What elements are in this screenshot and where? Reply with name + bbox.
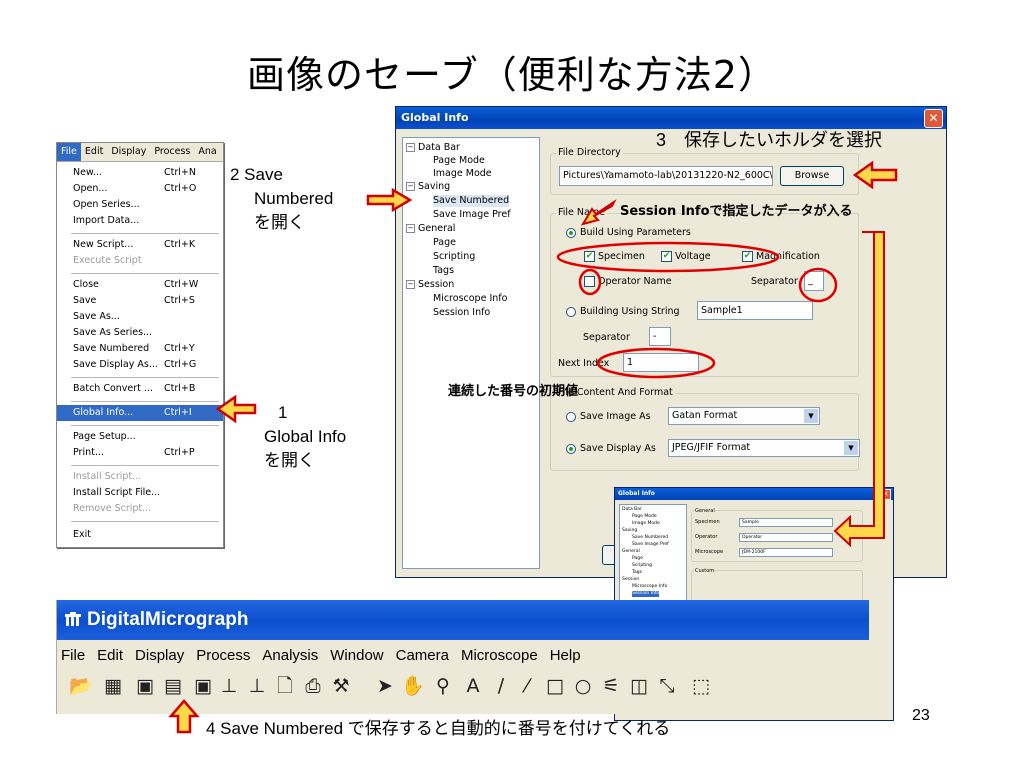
step1-number: 1 bbox=[278, 403, 288, 422]
arrow-browse bbox=[852, 160, 898, 190]
step1-line2: を開く bbox=[264, 451, 315, 470]
ellipse-next-index bbox=[596, 347, 716, 379]
step1-line1: Global Info bbox=[264, 427, 347, 446]
step2-line1: 2 Save bbox=[230, 165, 283, 184]
step3-text: 3 保存したいホルダを選択 bbox=[656, 130, 883, 150]
arrow-save-numbered-tool bbox=[168, 699, 200, 734]
ellipse-operator bbox=[578, 268, 602, 296]
session-note: Session Infoで指定したデータが入る bbox=[620, 204, 853, 219]
ellipse-parameters bbox=[556, 241, 780, 273]
arrow-file-name bbox=[580, 199, 617, 226]
arrow-global-info bbox=[215, 394, 257, 424]
ellipse-separator bbox=[798, 267, 838, 303]
initial-value-note: 連続した番号の初期値 bbox=[448, 384, 579, 399]
arrow-session-data bbox=[833, 231, 885, 548]
step2-line3: を開く bbox=[254, 213, 305, 232]
step2-line2: Numbered bbox=[254, 189, 334, 208]
step4-text: 4 Save Numbered で保存すると自動的に番号を付けてくれる bbox=[206, 719, 671, 738]
arrow-save-numbered bbox=[366, 187, 413, 213]
